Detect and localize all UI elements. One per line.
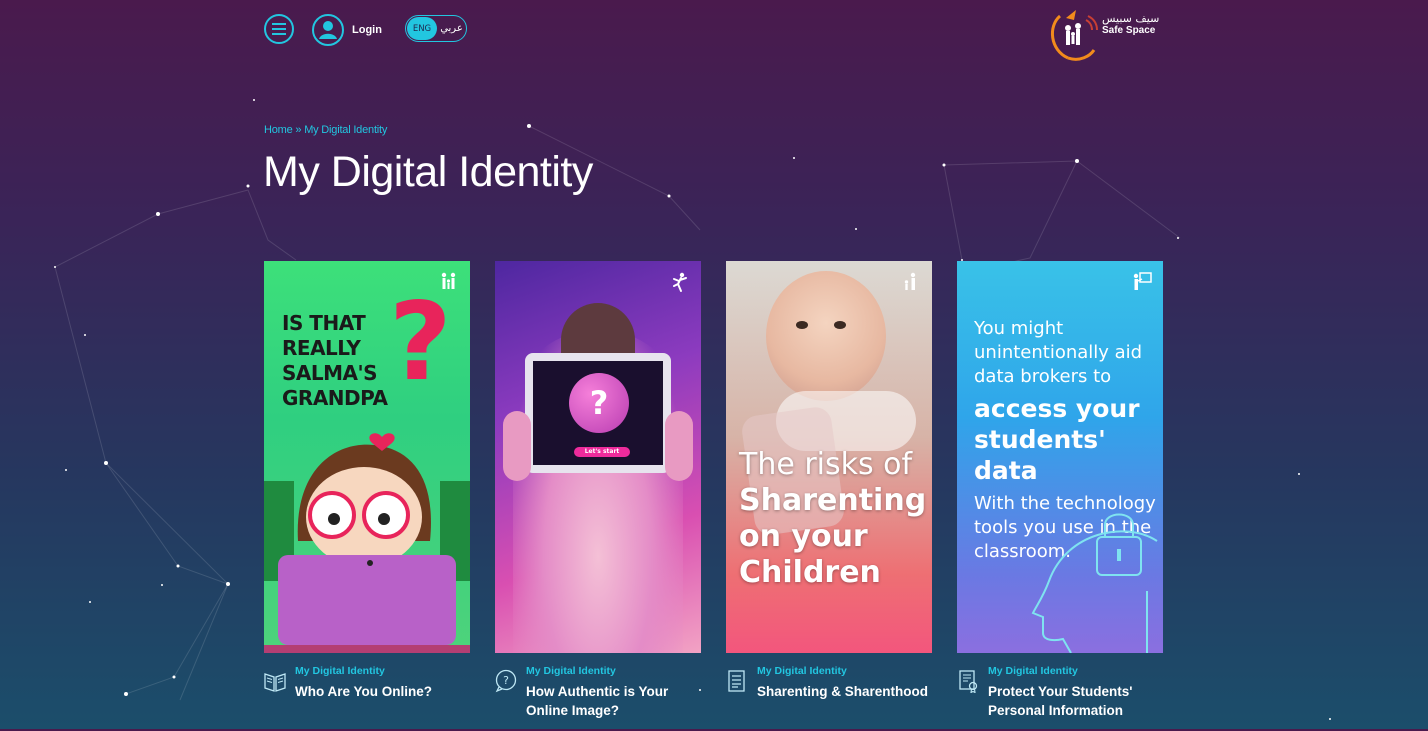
login-label: Login [352, 24, 382, 36]
site-header: Login ENG عربي سيف سبيس Safe Space [264, 10, 1164, 64]
parent-child-icon [904, 272, 916, 290]
question-bubble-graphic: ? [569, 373, 629, 433]
card-category[interactable]: My Digital Identity [295, 665, 385, 677]
breadcrumb-current-link[interactable]: My Digital Identity [304, 124, 387, 136]
lets-start-button: Let's start [574, 447, 630, 457]
card-category[interactable]: My Digital Identity [757, 665, 847, 677]
card-title[interactable]: Who Are You Online? [295, 682, 470, 701]
hamburger-menu-icon[interactable] [264, 14, 294, 44]
family-icon [441, 272, 456, 289]
question-mark-graphic: ? [389, 280, 452, 405]
head-lock-illustration [1031, 513, 1158, 653]
card-image[interactable]: You might unintentionally aid data broke… [957, 261, 1163, 653]
open-book-icon [264, 673, 286, 692]
breadcrumb: Home » My Digital Identity [264, 124, 387, 136]
lang-eng-option[interactable]: ENG [407, 17, 437, 40]
card-title[interactable]: Sharenting & Sharenthood [757, 682, 932, 701]
card-image-caption: IS THAT REALLY SALMA'S GRANDPA [282, 311, 388, 410]
card-title[interactable]: Protect Your Students' Personal Informat… [988, 682, 1163, 720]
tablet-graphic: ? Let's start [525, 353, 671, 473]
card-protect-students-information[interactable]: You might unintentionally aid data broke… [957, 261, 1163, 731]
logo-arabic-text: سيف سبيس [1102, 12, 1160, 25]
card-title[interactable]: How Authentic is Your Online Image? [526, 682, 701, 720]
page-title: My Digital Identity [263, 148, 593, 196]
card-image[interactable]: The risks of Sharenting on your Children [726, 261, 932, 653]
girl-illustration [264, 433, 470, 645]
certificate-icon [959, 670, 978, 693]
safe-space-logo[interactable]: سيف سبيس Safe Space [1046, 6, 1166, 62]
breadcrumb-separator: » [292, 124, 305, 136]
svg-text:?: ? [503, 674, 509, 687]
card-image[interactable]: IS THAT REALLY SALMA'S GRANDPA ? [264, 261, 470, 653]
language-toggle[interactable]: ENG عربي [405, 15, 467, 42]
baby-photo-graphic [766, 271, 886, 401]
card-category[interactable]: My Digital Identity [988, 665, 1078, 677]
card-image-footer-strip [264, 645, 470, 653]
teacher-board-icon [1133, 272, 1152, 290]
card-how-authentic-online-image[interactable]: ? Let's start ? My Digital Identity How … [495, 261, 701, 731]
card-who-are-you-online[interactable]: IS THAT REALLY SALMA'S GRANDPA ? My Digi… [264, 261, 470, 731]
card-category[interactable]: My Digital Identity [526, 665, 616, 677]
question-bubble-icon: ? [495, 669, 517, 693]
person-jumping-icon [673, 272, 687, 292]
safe-space-logo-icon [1051, 10, 1098, 61]
card-image[interactable]: ? Let's start [495, 261, 701, 653]
login-button[interactable]: Login [312, 14, 382, 46]
logo-english-text: Safe Space [1102, 25, 1156, 36]
breadcrumb-home-link[interactable]: Home [264, 124, 293, 136]
user-avatar-icon [312, 14, 344, 46]
constellation-background [54, 99, 1331, 720]
document-list-icon [728, 670, 745, 692]
lang-ar-option[interactable]: عربي [437, 23, 466, 34]
card-image-caption: The risks of Sharenting on your Children [739, 447, 927, 590]
card-sharenting[interactable]: The risks of Sharenting on your Children… [726, 261, 932, 731]
